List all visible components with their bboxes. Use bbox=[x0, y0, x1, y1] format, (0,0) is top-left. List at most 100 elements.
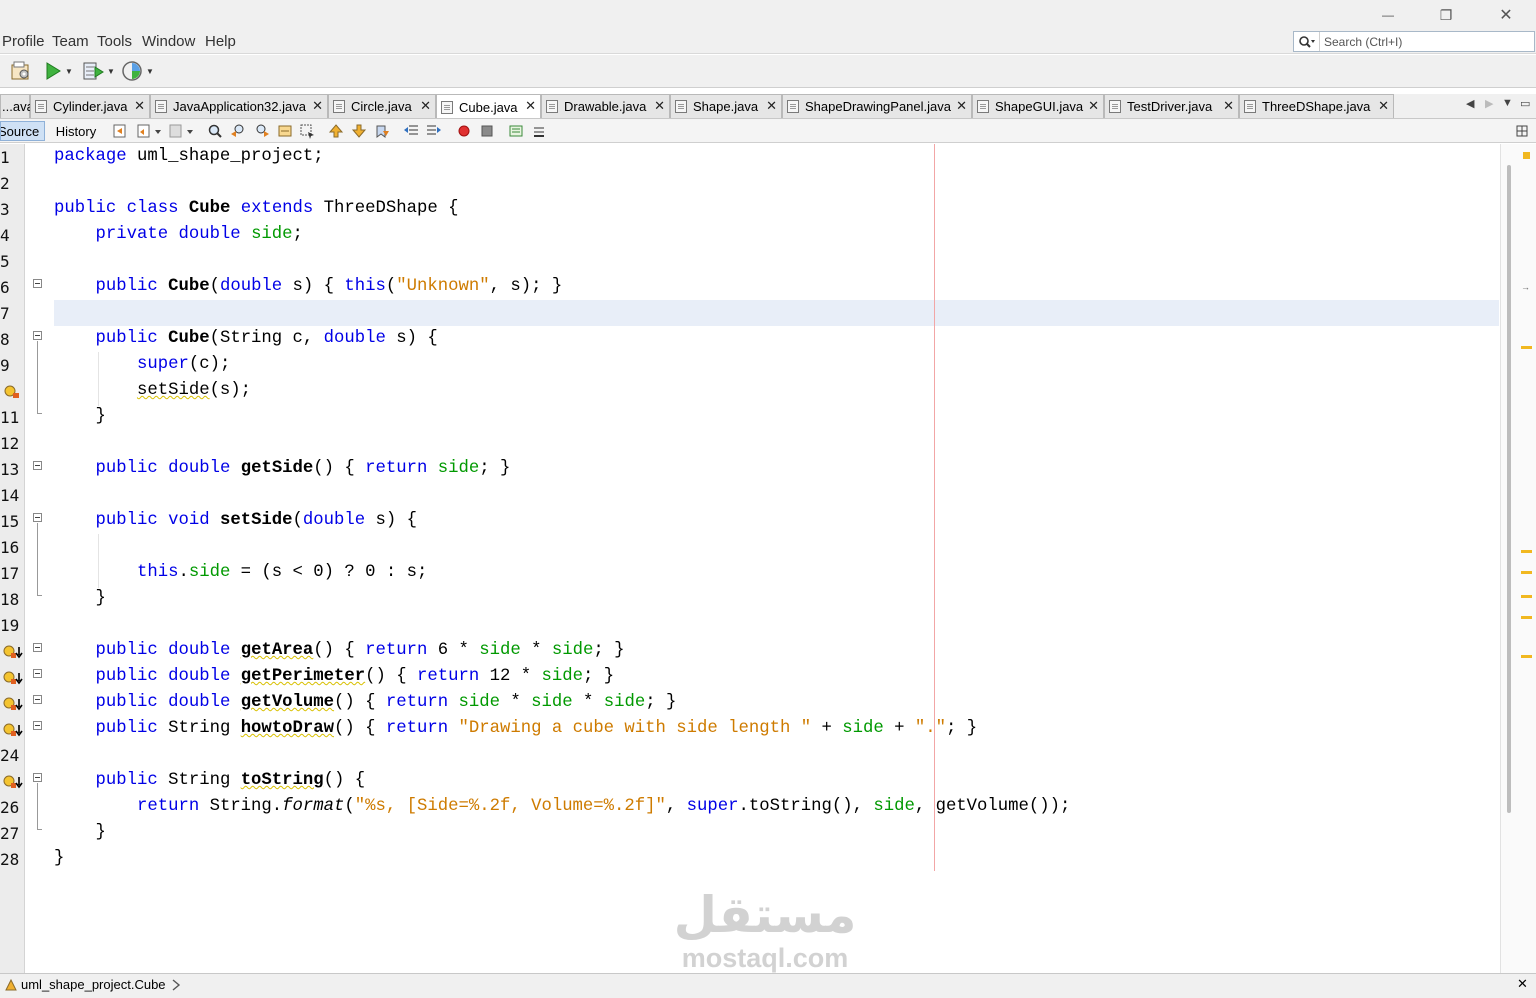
comment-icon[interactable] bbox=[508, 123, 524, 139]
close-window-button[interactable]: ✕ bbox=[1476, 0, 1536, 30]
shift-left-icon[interactable] bbox=[403, 123, 419, 139]
restore-button[interactable]: ❐ bbox=[1416, 0, 1476, 30]
toggle-bookmark-icon[interactable] bbox=[374, 123, 390, 139]
chevron-right-icon bbox=[172, 978, 180, 991]
back-dropdown-icon[interactable] bbox=[136, 123, 162, 139]
split-editor-icon[interactable] bbox=[1516, 123, 1528, 139]
tab-shapedrawingpanel[interactable]: ShapeDrawingPanel.java ✕ bbox=[782, 94, 972, 118]
stop-macro-icon[interactable] bbox=[479, 123, 495, 139]
debug-dropdown-icon[interactable]: ▼ bbox=[107, 67, 115, 76]
close-tab-icon[interactable]: ✕ bbox=[1223, 98, 1234, 114]
override-warning-icon[interactable] bbox=[3, 671, 23, 685]
override-warning-icon[interactable] bbox=[3, 775, 23, 789]
uncomment-icon[interactable] bbox=[531, 123, 547, 139]
line-number: 28 bbox=[0, 850, 20, 869]
override-warning-icon[interactable] bbox=[3, 723, 23, 737]
forward-dropdown-icon[interactable] bbox=[168, 123, 194, 139]
warning-marker[interactable] bbox=[1521, 616, 1532, 619]
find-icon[interactable] bbox=[207, 123, 223, 139]
scroll-tabs-right-icon[interactable]: ▶ bbox=[1485, 97, 1493, 110]
warning-marker[interactable] bbox=[1521, 550, 1532, 553]
close-tab-icon[interactable]: ✕ bbox=[766, 98, 777, 114]
project-properties-button[interactable] bbox=[8, 59, 32, 83]
fold-toggle-icon[interactable] bbox=[33, 461, 42, 470]
fold-toggle-icon[interactable] bbox=[33, 721, 42, 730]
tab-testdriver[interactable]: TestDriver.java ✕ bbox=[1104, 94, 1239, 118]
java-file-icon bbox=[1244, 100, 1256, 113]
close-breadcrumb-icon[interactable]: ✕ bbox=[1517, 976, 1528, 992]
search-input[interactable]: Search (Ctrl+I) bbox=[1324, 35, 1402, 49]
close-tab-icon[interactable]: ✕ bbox=[420, 98, 431, 114]
close-tab-icon[interactable]: ✕ bbox=[654, 98, 665, 114]
override-warning-icon[interactable] bbox=[3, 697, 23, 711]
code-line: } bbox=[54, 849, 65, 868]
tab-shape[interactable]: Shape.java ✕ bbox=[670, 94, 782, 118]
code-line: public String howtoDraw() { return "Draw… bbox=[95, 719, 978, 738]
tab-shapegui[interactable]: ShapeGUI.java ✕ bbox=[972, 94, 1104, 118]
shift-right-icon[interactable] bbox=[426, 123, 442, 139]
tab-list-dropdown-icon[interactable]: ▼ bbox=[1502, 97, 1513, 109]
find-next-icon[interactable] bbox=[254, 123, 270, 139]
menu-team[interactable]: Team bbox=[52, 33, 89, 50]
breadcrumb[interactable]: uml_shape_project.Cube bbox=[4, 977, 182, 992]
close-tab-icon[interactable]: ✕ bbox=[525, 98, 536, 114]
fold-toggle-icon[interactable] bbox=[33, 669, 42, 678]
warning-marker[interactable] bbox=[1521, 346, 1532, 349]
close-tab-icon[interactable]: ✕ bbox=[956, 98, 967, 114]
previous-bookmark-icon[interactable] bbox=[328, 123, 344, 139]
tab-circle[interactable]: Circle.java ✕ bbox=[328, 94, 436, 118]
profile-dropdown-icon[interactable]: ▼ bbox=[146, 67, 154, 76]
warning-marker[interactable] bbox=[1521, 655, 1532, 658]
start-macro-icon[interactable] bbox=[456, 123, 472, 139]
tab-label: TestDriver.java bbox=[1127, 99, 1213, 114]
menu-window[interactable]: Window bbox=[142, 33, 195, 50]
fold-toggle-icon[interactable] bbox=[33, 513, 42, 522]
code-line: public double getPerimeter() { return 12… bbox=[95, 667, 615, 686]
override-warning-icon[interactable] bbox=[3, 645, 23, 659]
tab-threedshape[interactable]: ThreeDShape.java ✕ bbox=[1239, 94, 1394, 118]
fold-toggle-icon[interactable] bbox=[33, 773, 42, 782]
code-editor[interactable] bbox=[25, 144, 1500, 973]
tab-cube[interactable]: Cube.java ✕ bbox=[436, 94, 541, 119]
warning-marker[interactable] bbox=[1521, 595, 1532, 598]
menu-profile[interactable]: Profile bbox=[2, 33, 45, 50]
line-number: 2 bbox=[0, 174, 10, 193]
vertical-scrollbar[interactable] bbox=[1500, 144, 1536, 973]
fold-toggle-icon[interactable] bbox=[33, 643, 42, 652]
status-indicator-icon[interactable] bbox=[1523, 152, 1530, 159]
menu-tools[interactable]: Tools bbox=[97, 33, 132, 50]
next-bookmark-icon[interactable] bbox=[351, 123, 367, 139]
close-tab-icon[interactable]: ✕ bbox=[1378, 98, 1389, 114]
close-tab-icon[interactable]: ✕ bbox=[134, 98, 145, 114]
history-tab[interactable]: History bbox=[50, 121, 102, 141]
line-number: 1 bbox=[0, 148, 10, 167]
scrollbar-thumb[interactable] bbox=[1507, 165, 1511, 813]
menu-help[interactable]: Help bbox=[205, 33, 236, 50]
tab-label: ThreeDShape.java bbox=[1262, 99, 1371, 114]
close-tab-icon[interactable]: ✕ bbox=[312, 98, 323, 114]
tab-javaapplication32[interactable]: JavaApplication32.java ✕ bbox=[150, 94, 328, 118]
warning-marker[interactable] bbox=[1521, 571, 1532, 574]
find-previous-icon[interactable] bbox=[230, 123, 246, 139]
fold-toggle-icon[interactable] bbox=[33, 279, 42, 288]
toggle-highlight-icon[interactable] bbox=[299, 123, 315, 139]
close-tab-icon[interactable]: ✕ bbox=[1088, 98, 1099, 114]
maximize-editor-icon[interactable]: ▭ bbox=[1520, 97, 1530, 110]
scroll-tabs-left-icon[interactable]: ◀ bbox=[1466, 97, 1474, 110]
run-dropdown-icon[interactable]: ▼ bbox=[65, 67, 73, 76]
tab-partial[interactable]: ...ava bbox=[0, 94, 34, 118]
fold-toggle-icon[interactable] bbox=[33, 331, 42, 340]
run-button[interactable]: ▼ bbox=[44, 59, 73, 83]
search-box[interactable]: Search (Ctrl+I) bbox=[1293, 31, 1535, 52]
minimize-button[interactable]: — bbox=[1358, 0, 1418, 30]
tab-cylinder[interactable]: Cylinder.java ✕ bbox=[30, 94, 150, 118]
find-selection-icon[interactable] bbox=[277, 123, 293, 139]
last-edit-icon[interactable] bbox=[112, 123, 128, 139]
tab-drawable[interactable]: Drawable.java ✕ bbox=[541, 94, 670, 118]
debug-button[interactable]: ▼ bbox=[82, 59, 115, 83]
fold-toggle-icon[interactable] bbox=[33, 695, 42, 704]
warning-icon[interactable] bbox=[3, 385, 23, 399]
profile-button[interactable]: ▼ bbox=[121, 59, 154, 83]
tab-label: JavaApplication32.java bbox=[173, 99, 306, 114]
source-tab[interactable]: Source bbox=[0, 121, 45, 141]
